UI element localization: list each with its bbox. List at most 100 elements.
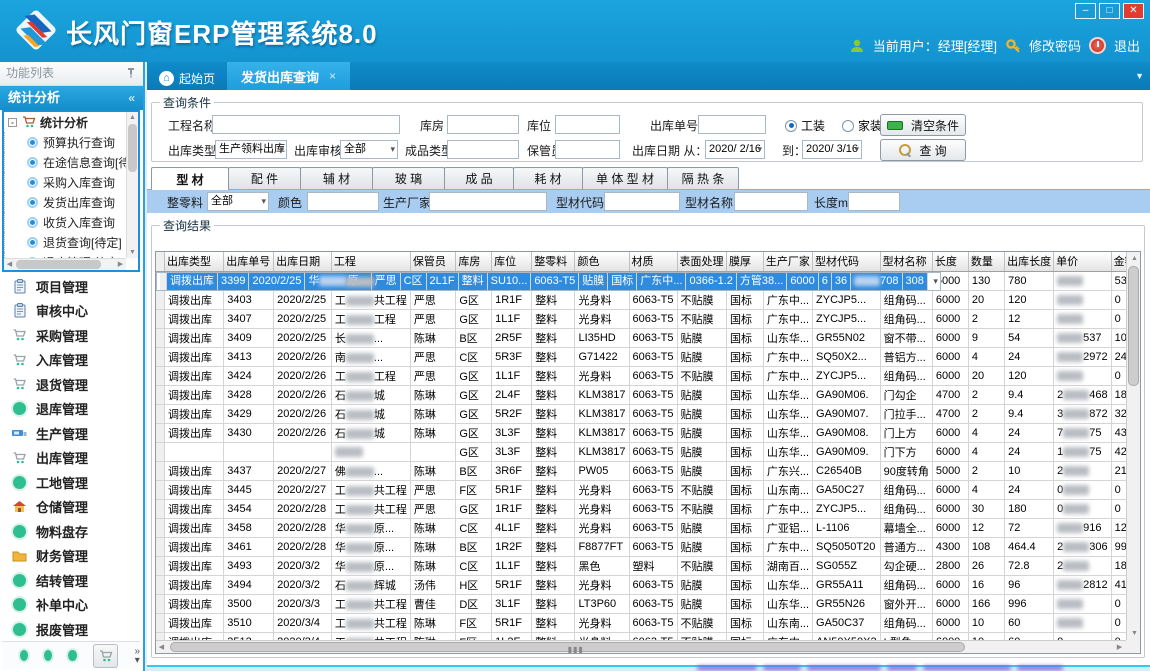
table-row[interactable]: G区3L3F整料KLM38176063-T5贴膜国标山东华...GA90M09.… <box>156 443 1140 462</box>
tree-item[interactable]: 采购入库查询 <box>4 172 138 192</box>
out-review-select[interactable]: 全部 <box>340 140 398 159</box>
column-header-库房[interactable]: 库房 <box>456 252 492 271</box>
radio-gongzhuang[interactable]: 工装 <box>785 117 825 134</box>
tree-item[interactable]: 预算执行查询 <box>4 132 138 152</box>
radio-jiazhuang[interactable]: 家装 <box>842 117 882 134</box>
product-type-input[interactable] <box>447 140 519 159</box>
column-header-生产厂家[interactable]: 生产厂家 <box>763 252 812 271</box>
sidebar-item-出库管理[interactable]: 出库管理 <box>2 446 140 471</box>
maximize-button[interactable]: □ <box>1099 3 1120 19</box>
pin-icon[interactable] <box>125 67 137 79</box>
table-row[interactable]: 调拨出库33992020/2/25华原...严思C区2L1F整料SU10...6… <box>156 272 941 291</box>
close-button[interactable]: ✕ <box>1123 3 1144 19</box>
color-input[interactable] <box>307 192 379 211</box>
sidebar-item-财务管理[interactable]: 财务管理 <box>2 544 140 569</box>
material-tab-单体型材[interactable]: 单 体 型 材 <box>582 167 668 189</box>
grid-vertical-scrollbar[interactable]: ▲▼ <box>1126 252 1140 640</box>
tab-home[interactable]: ⌂ 起始页 <box>147 66 227 90</box>
tab-list-dropdown-icon[interactable]: ▼ <box>1135 71 1144 81</box>
table-row[interactable]: 调拨出库34542020/2/28工共工程严思G区1R1F整料光身料6063-T… <box>156 500 1140 519</box>
table-row[interactable]: 调拨出库34932020/3/2华原...陈琳C区1L1F整料黑色塑料不贴膜国标… <box>156 557 1140 576</box>
column-header-出库日期[interactable]: 出库日期 <box>274 252 332 271</box>
cart-quick-button[interactable] <box>93 644 119 668</box>
tree-root[interactable]: - 统计分析 <box>4 112 138 132</box>
table-row[interactable]: 调拨出库34372020/2/27佛...陈琳B区3R6F整料PW056063-… <box>156 462 1140 481</box>
clear-conditions-button[interactable]: 清空条件 <box>880 114 966 136</box>
table-row[interactable]: 调拨出库34132020/2/26南...严思C区5R3F整料G71422606… <box>156 348 1140 367</box>
sidebar-item-审核中心[interactable]: 审核中心 <box>2 299 140 324</box>
sidebar-item-工地管理[interactable]: 工地管理 <box>2 470 140 495</box>
overflow-chevron[interactable]: »▾ <box>134 647 140 665</box>
sidebar-item-退货管理[interactable]: 退货管理 <box>2 372 140 397</box>
profile-code-input[interactable] <box>604 192 680 211</box>
tree-vertical-scrollbar[interactable]: ▲▼ <box>126 112 138 258</box>
column-header-颜色[interactable]: 颜色 <box>575 252 629 271</box>
column-header-长度[interactable]: 长度 <box>932 252 968 271</box>
table-row[interactable]: 调拨出库34032020/2/25工共工程严思G区1R1F整料光身料6063-T… <box>156 291 1140 310</box>
group-header-statistics[interactable]: 统计分析 « <box>0 86 143 110</box>
change-password-link[interactable]: 修改密码 <box>1029 36 1081 55</box>
tree-item[interactable]: 收货入库查询 <box>4 212 138 232</box>
quick-icon-2[interactable] <box>44 650 52 661</box>
sidebar-item-采购管理[interactable]: 采购管理 <box>2 323 140 348</box>
date-to-select[interactable]: 2020/ 3/16 <box>802 140 862 159</box>
table-row[interactable]: 调拨出库34072020/2/25工工程严思G区1L1F整料光身料6063-T5… <box>156 310 1140 329</box>
table-row[interactable]: 调拨出库34452020/2/27工共工程严思F区5R1F整料光身料6063-T… <box>156 481 1140 500</box>
column-header-数量[interactable]: 数量 <box>968 252 1004 271</box>
date-from-select[interactable]: 2020/ 2/16 <box>705 140 765 159</box>
tree-item[interactable]: 发货出库查询 <box>4 192 138 212</box>
material-tab-耗材[interactable]: 耗 材 <box>513 167 583 189</box>
sidebar-item-项目管理[interactable]: 项目管理 <box>2 274 140 299</box>
collapse-icon[interactable]: « <box>128 86 135 110</box>
column-header-出库长度[interactable]: 出库长度 <box>1005 252 1054 271</box>
whole-piece-select[interactable]: 全部 <box>207 192 269 211</box>
sidebar-item-物料盘存[interactable]: 物料盘存 <box>2 519 140 544</box>
sidebar-item-退库管理[interactable]: 退库管理 <box>2 397 140 422</box>
sidebar-item-报废管理[interactable]: 报废管理 <box>2 617 140 642</box>
column-header-型材名称[interactable]: 型材名称 <box>880 252 932 271</box>
sidebar-item-补单中心[interactable]: 补单中心 <box>2 593 140 618</box>
location-input[interactable] <box>555 115 620 134</box>
column-header-表面处理[interactable]: 表面处理 <box>677 252 726 271</box>
column-header-库位[interactable]: 库位 <box>492 252 532 271</box>
table-row[interactable]: 调拨出库34242020/2/26工工程严思G区1L1F整料光身料6063-T5… <box>156 367 1140 386</box>
table-row[interactable]: 调拨出库34292020/2/26石城陈琳G区5R2F整料KLM38176063… <box>156 405 1140 424</box>
column-header-保管员[interactable]: 保管员 <box>410 252 455 271</box>
sidebar-item-入库管理[interactable]: 入库管理 <box>2 348 140 373</box>
material-tab-配件[interactable]: 配 件 <box>228 167 301 189</box>
material-tab-隔热条[interactable]: 隔 热 条 <box>667 167 739 189</box>
project-name-input[interactable] <box>212 115 400 134</box>
warehouse-input[interactable] <box>447 115 519 134</box>
tab-close-icon[interactable]: × <box>329 69 336 83</box>
table-row[interactable]: 调拨出库34282020/2/26石城陈琳G区2L4F整料KLM38176063… <box>156 386 1140 405</box>
tree-item[interactable]: 退货查询[待定] <box>4 232 138 252</box>
sidebar-item-生产管理[interactable]: 生产管理 <box>2 421 140 446</box>
sidebar-item-结转管理[interactable]: 结转管理 <box>2 568 140 593</box>
column-header-膜厚[interactable]: 膜厚 <box>726 252 763 271</box>
column-header-出库类型[interactable]: 出库类型 <box>164 252 223 271</box>
column-header-整零料[interactable]: 整零料 <box>532 252 575 271</box>
material-tab-玻璃[interactable]: 玻 璃 <box>372 167 445 189</box>
expander-icon[interactable]: - <box>8 118 17 127</box>
table-row[interactable]: 调拨出库34302020/2/26石城陈琳G区3L3F整料KLM38176063… <box>156 424 1140 443</box>
search-button[interactable]: 查 询 <box>880 139 966 161</box>
grid-horizontal-scrollbar[interactable]: ◀▮▮▮▶ <box>156 640 1126 653</box>
order-no-input[interactable] <box>698 115 766 134</box>
maker-input[interactable] <box>429 192 547 211</box>
table-row[interactable]: 调拨出库34582020/2/28华原...陈琳C区4L1F整料光身料6063-… <box>156 519 1140 538</box>
table-row[interactable]: 调拨出库34612020/2/28华原...陈琳B区1R2F整料F8877FT6… <box>156 538 1140 557</box>
table-row[interactable]: 调拨出库34942020/3/2石辉城汤伟H区5R1F整料光身料6063-T5贴… <box>156 576 1140 595</box>
minimize-button[interactable]: – <box>1075 3 1096 19</box>
column-header-型材代码[interactable]: 型材代码 <box>813 252 881 271</box>
tab-shipment-outbound-query[interactable]: 发货出库查询 × <box>227 62 350 90</box>
out-type-select[interactable]: 生产领料出库 <box>215 140 287 159</box>
table-row[interactable]: 调拨出库34092020/2/25长...陈琳B区2R5F整料LI35HD606… <box>156 329 1140 348</box>
length-input[interactable] <box>848 192 900 211</box>
tree-item[interactable]: 在途信息查询[待 <box>4 152 138 172</box>
column-header-材质[interactable]: 材质 <box>629 252 677 271</box>
material-tab-成品[interactable]: 成 品 <box>444 167 514 189</box>
keeper-input[interactable] <box>555 140 620 159</box>
material-tab-型材[interactable]: 型 材 <box>151 167 229 190</box>
column-header-出库单号[interactable]: 出库单号 <box>224 252 274 271</box>
sidebar-item-仓储管理[interactable]: 仓储管理 <box>2 495 140 520</box>
